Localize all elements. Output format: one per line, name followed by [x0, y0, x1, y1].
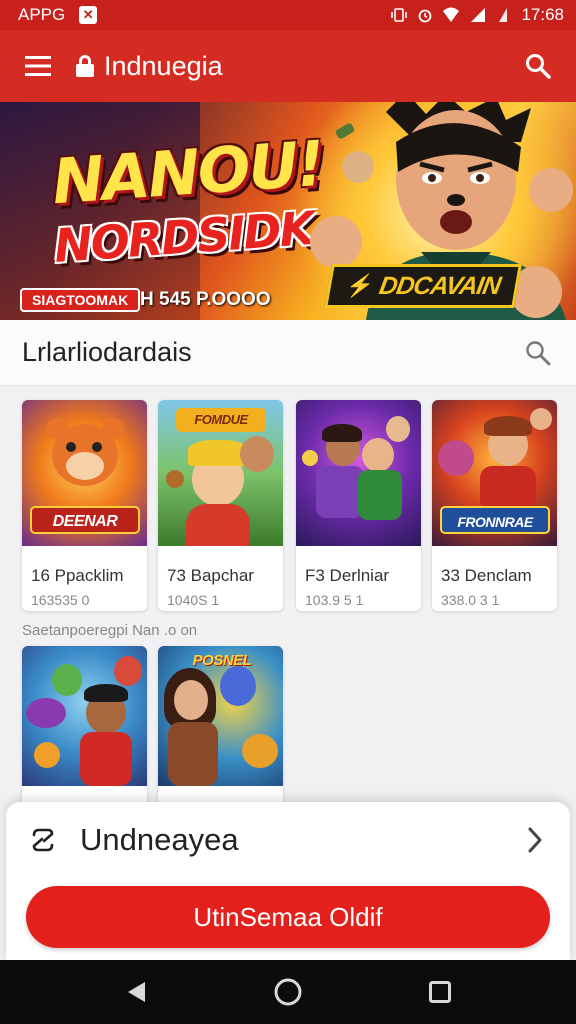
sheet-expand-button[interactable]: [500, 802, 570, 878]
search-bar[interactable]: Lrlarliodardais: [0, 320, 576, 386]
screen: APPG 17:68 Indnuegia NANOU! NORDSIDK: [0, 0, 576, 1024]
game-card[interactable]: FRONNRAE 33 Denclam 338.0 3 1: [432, 400, 557, 611]
banner-tag: SIAGTOOMAK: [20, 288, 141, 312]
game-card[interactable]: FOMDUE 73 Bapchar 1040S 1: [158, 400, 283, 611]
game-title: 33 Denclam: [441, 566, 532, 585]
menu-button[interactable]: [0, 30, 76, 102]
app-brand: Indnuegia: [76, 51, 223, 82]
menu-icon: [25, 56, 51, 76]
game-card[interactable]: F3 Derlniar 103.9 5 1: [296, 400, 421, 611]
game-title: 16 Ppacklim: [31, 566, 124, 585]
status-time: 17:68: [521, 5, 564, 24]
game-meta: 163535 0: [31, 592, 90, 608]
status-app-label: APPG: [18, 5, 66, 24]
chevron-right-icon: [528, 827, 542, 853]
search-button[interactable]: [500, 30, 576, 102]
game-thumbnail: [22, 646, 147, 786]
search-icon: [526, 54, 551, 79]
search-icon: [526, 340, 551, 365]
search-row-button[interactable]: [500, 320, 576, 386]
game-meta: 1040S 1: [167, 592, 220, 608]
app-bar: Indnuegia: [0, 30, 576, 102]
banner-badge-text: DDCAVAIN: [377, 271, 503, 300]
game-thumbnail: [296, 400, 421, 546]
app-title: Indnuegia: [104, 50, 223, 81]
close-box-icon: [79, 6, 98, 24]
banner-prize: H 545 P.OOOO: [140, 289, 271, 310]
nav-back-button[interactable]: [106, 962, 166, 1022]
recents-square-icon: [429, 981, 451, 1003]
status-bar: APPG 17:68: [0, 0, 576, 30]
game-meta: 103.9 5 1: [305, 592, 364, 608]
nav-recents-button[interactable]: [410, 962, 470, 1022]
sheet-title: Undneayea: [80, 822, 239, 857]
battery-icon: [499, 8, 508, 22]
signal-icon: [471, 8, 486, 22]
alarm-icon: [419, 9, 432, 23]
cta-button[interactable]: UtinSemaa Oldif: [26, 886, 550, 948]
link-icon: [28, 825, 58, 855]
section-label: Saetanpoeregpi Nan .o on: [22, 622, 198, 639]
nav-home-button[interactable]: [258, 962, 318, 1022]
vibrate-icon: [391, 8, 408, 22]
home-circle-icon: [274, 978, 302, 1006]
game-card[interactable]: DEENAR 16 Ppacklim 163535 0: [22, 400, 147, 611]
system-nav-bar: [0, 960, 576, 1024]
search-label: Lrlarliodardais: [22, 337, 192, 367]
game-meta: 338.0 3 1: [441, 592, 500, 608]
sheet-header-row[interactable]: Undneayea: [6, 802, 570, 878]
wifi-icon: [443, 7, 460, 22]
game-thumbnail: POSNEL: [158, 646, 283, 786]
game-card[interactable]: [22, 646, 147, 806]
banner-badge: ⚡ DDCAVAIN: [324, 264, 522, 308]
game-title: 73 Bapchar: [167, 566, 254, 585]
game-title: F3 Derlniar: [305, 566, 390, 585]
lock-icon: [76, 55, 94, 77]
game-logo: FOMDUE: [176, 408, 266, 432]
game-thumbnail: FRONNRAE: [432, 400, 557, 546]
game-logo: DEENAR: [30, 506, 140, 534]
game-card[interactable]: POSNEL: [158, 646, 283, 806]
back-triangle-icon: [128, 982, 145, 1002]
lightning-icon: ⚡: [344, 273, 376, 298]
game-thumbnail: FOMDUE: [158, 400, 283, 546]
promo-banner[interactable]: NANOU! NORDSIDK ⚡ DDCAVAIN SIAGTOOMAK H …: [0, 102, 576, 320]
game-logo: FRONNRAE: [440, 506, 550, 534]
bottom-sheet: Undneayea UtinSemaa Oldif: [6, 802, 570, 962]
game-thumbnail: DEENAR: [22, 400, 147, 546]
